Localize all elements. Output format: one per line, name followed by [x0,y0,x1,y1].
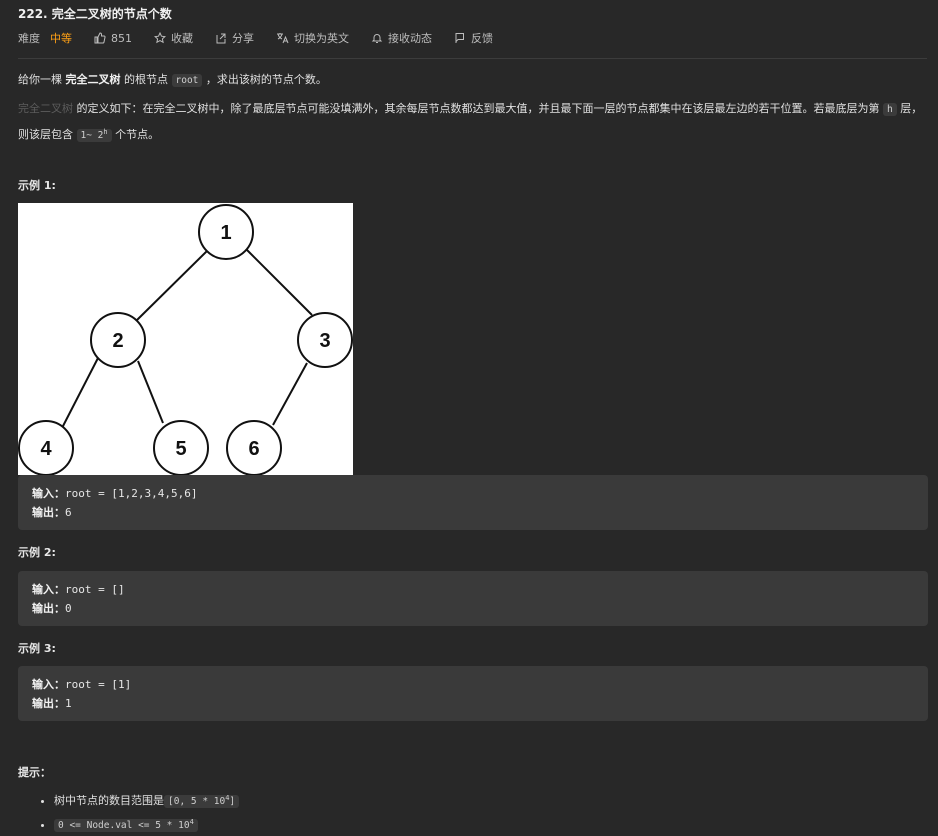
example-1-tree-image: 1 2 3 4 5 6 [18,203,353,475]
edge-2-5 [137,360,164,424]
output-label: 输出： [32,602,65,615]
example-3-input: root = [1] [65,678,132,691]
example-1-title: 示例 1: [18,179,56,192]
tree-diagram: 1 2 3 4 5 6 [18,204,353,475]
like-count: 851 [111,31,132,45]
tree-node-5-label: 5 [175,438,186,460]
example-2-input: root = [] [65,583,125,596]
problem-title: 222. 完全二叉树的节点个数 [18,7,172,21]
hint-1-code: [0, 5 * 104] [164,794,240,809]
input-label: 输入： [32,678,65,691]
tree-node-1-label: 1 [220,222,231,244]
output-label: 输出： [32,506,65,519]
root-code: root [171,74,203,87]
node-range-code: 1~ 2h [76,128,112,143]
example-3-code-block: 输入：root = [1] 输出：1 [18,666,928,721]
flag-icon [455,33,464,43]
edge-2-4 [61,357,99,429]
hint-item-1: 树中节点的数目范围是[0, 5 * 104] [54,788,240,812]
description-paragraph-2: 完全二叉树 的定义如下：在完全二叉树中，除了最底层节点可能没填满外，其余每层节点… [18,102,923,143]
example-2-title: 示例 2: [18,546,56,559]
edge-1-3 [243,246,313,316]
edge-1-2 [136,249,209,321]
input-label: 输入： [32,487,65,500]
translate-icon [277,33,289,44]
header-divider [18,58,927,59]
example-1-code-block: 输入：root = [1,2,3,4,5,6] 输出：6 [18,475,928,530]
example-3-title: 示例 3: [18,642,56,655]
thumbs-up-icon [94,32,106,44]
tree-node-3-label: 3 [319,330,330,352]
tree-node-2-label: 2 [112,330,123,352]
h-code: h [883,103,897,116]
favorite-button[interactable]: 收藏 [154,30,193,46]
example-1-output: 6 [65,506,72,519]
output-label: 输出： [32,697,65,710]
share-button[interactable]: 分享 [215,30,254,46]
subscribe-button[interactable]: 接收动态 [371,30,432,46]
input-label: 输入： [32,583,65,596]
difficulty-label: 难度 [18,32,40,45]
example-3-output: 1 [65,697,72,710]
hints-title: 提示： [18,766,51,779]
hint-2-code: 0 <= Node.val <= 5 * 104 [54,818,198,833]
edge-3-6 [272,362,308,426]
example-1-input: root = [1,2,3,4,5,6] [65,487,198,500]
tree-node-4-label: 4 [40,438,52,460]
tree-node-6-label: 6 [248,438,259,460]
hints-list: 树中节点的数目范围是[0, 5 * 104] 0 <= Node.val <= … [36,788,240,836]
complete-binary-tree-link[interactable]: 完全二叉树 [18,102,73,115]
switch-language-button[interactable]: 切换为英文 [276,30,349,46]
example-2-code-block: 输入：root = [] 输出：0 [18,571,928,626]
difficulty-badge: 中等 [50,32,72,45]
favorite-label: 收藏 [171,32,193,45]
share-icon [216,33,226,44]
star-icon [154,32,166,44]
feedback-button[interactable]: 反馈 [454,30,493,46]
example-2-output: 0 [65,602,72,615]
share-label: 分享 [232,32,254,45]
like-button[interactable]: 851 [94,32,132,45]
subscribe-label: 接收动态 [388,32,432,45]
bell-icon [371,34,383,43]
problem-meta-bar: 难度 中等 851 收藏 分享 切换为英文 接收动态 反馈 [18,30,515,46]
description-paragraph-1: 给你一棵 完全二叉树 的根节点 root ，求出该树的节点个数。 [18,73,327,87]
feedback-label: 反馈 [471,32,493,45]
complete-binary-tree-term: 完全二叉树 [65,73,121,86]
switch-language-label: 切换为英文 [294,32,349,45]
hint-item-2: 0 <= Node.val <= 5 * 104 [54,812,239,836]
